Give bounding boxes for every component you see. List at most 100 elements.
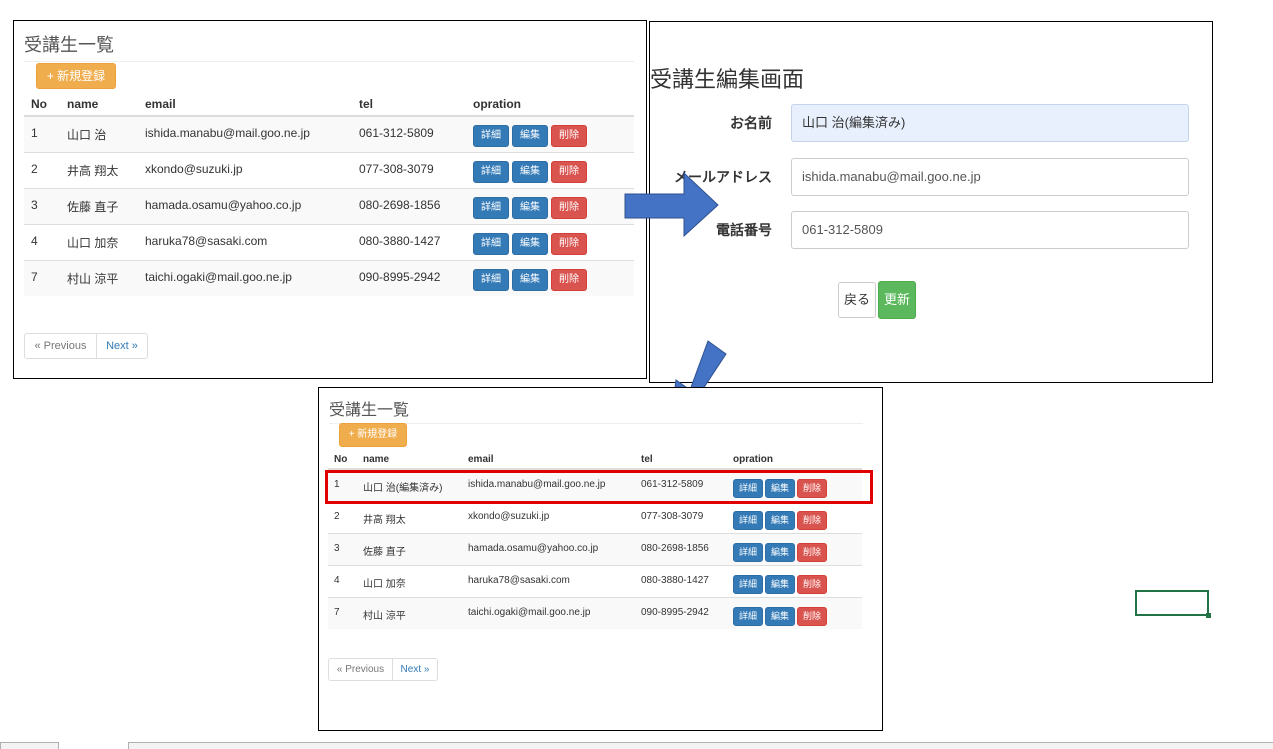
cell-email: hamada.osamu@yahoo.co.jp [138,187,352,224]
cell-tel: 077-308-3079 [352,151,466,188]
email-field[interactable]: ishida.manabu@mail.goo.ne.jp [791,158,1189,196]
cell-name: 井高 翔太 [60,151,138,188]
detail-button[interactable]: 詳細 [473,232,509,255]
page-title: 受講生一覧 [329,402,410,419]
edit-button[interactable]: 編集 [512,160,548,183]
student-edit-screen: 受講生編集画面 お名前 山口 治(編集済み) メールアドレス ishida.ma… [649,21,1213,383]
new-register-button[interactable]: + 新規登録 [339,423,407,447]
column-header-no: No [328,450,357,470]
column-header-tel: tel [352,93,466,117]
update-button[interactable]: 更新 [878,281,916,319]
delete-button[interactable]: 削除 [551,232,587,255]
student-list-before: 受講生一覧 + 新規登録 No name email tel opration … [13,20,647,379]
cell-tel: 080-2698-1856 [352,187,466,224]
column-header-tel: tel [635,450,727,470]
edit-button[interactable]: 編集 [765,574,795,594]
delete-button[interactable]: 削除 [551,125,587,147]
form-row-tel: 電話番号 061-312-5809 [650,211,1212,249]
delete-button[interactable]: 削除 [797,574,827,594]
cell-email: taichi.ogaki@mail.goo.ne.jp [462,596,635,629]
edit-button[interactable]: 編集 [765,510,795,530]
table-row: 7 村山 涼平 taichi.ogaki@mail.goo.ne.jp 090-899… [328,596,862,629]
table-body: 1 山口 治 ishida.manabu@mail.goo.ne.jp 061-312… [24,115,634,296]
table-row: 7 村山 涼平 taichi.ogaki@mail.goo.ne.jp 090-899… [24,259,634,296]
detail-button[interactable]: 詳細 [733,510,763,530]
cell-no: 7 [328,596,357,629]
column-header-name: name [357,450,462,470]
cell-name: 井高 翔太 [357,500,462,533]
name-field[interactable]: 山口 治(編集済み) [791,104,1189,142]
delete-button[interactable]: 削除 [797,542,827,562]
table-row: 2 井高 翔太 xkondo@suzuki.jp 077-308-3079 詳細 編集 削除 [24,151,634,188]
detail-button[interactable]: 詳細 [473,160,509,183]
column-header-operation: opration [727,450,862,470]
cell-name: 村山 涼平 [357,596,462,629]
cell-email: haruka78@sasaki.com [462,564,635,597]
cell-no: 4 [328,564,357,597]
table-row: 4 山口 加奈 haruka78@sasaki.com 080-3880-1427 詳細… [328,564,862,597]
table-row: 1 山口 治 ishida.manabu@mail.goo.ne.jp 061-312… [24,115,634,152]
delete-button[interactable]: 削除 [551,196,587,219]
edit-button[interactable]: 編集 [765,542,795,562]
detail-button[interactable]: 詳細 [473,196,509,219]
cell-email: xkondo@suzuki.jp [462,500,635,533]
next-page-button[interactable]: Next » [393,659,437,680]
delete-button[interactable]: 削除 [551,268,587,291]
edit-page-title: 受講生編集画面 [650,67,805,92]
cell-tel: 080-2698-1856 [635,532,727,565]
edit-button[interactable]: 編集 [512,232,548,255]
edit-button[interactable]: 編集 [512,125,548,147]
cell-name: 山口 加奈 [60,223,138,260]
page-title: 受講生一覧 [24,35,114,55]
table-row: 3 佐藤 直子 hamada.osamu@yahoo.co.jp 080-2698-1… [328,532,862,565]
next-page-button[interactable]: Next » [97,334,147,358]
cell-tel: 080-3880-1427 [352,223,466,260]
back-button[interactable]: 戻る [838,282,876,318]
form-row-email: メールアドレス ishida.manabu@mail.goo.ne.jp [650,158,1212,196]
table-row: 2 井高 翔太 xkondo@suzuki.jp 077-308-3079 詳細 編集 削除 [328,500,862,533]
previous-page-button[interactable]: « Previous [25,334,97,358]
edit-button[interactable]: 編集 [512,196,548,219]
cell-no: 3 [24,187,60,224]
cell-tel: 090-8995-2942 [635,596,727,629]
name-label: お名前 [730,115,772,131]
edited-row-highlight [325,470,873,504]
edit-button[interactable]: 編集 [765,606,795,626]
column-header-name: name [60,93,138,117]
detail-button[interactable]: 詳細 [733,606,763,626]
column-header-email: email [462,450,635,470]
cell-name: 佐藤 直子 [357,532,462,565]
edit-button[interactable]: 編集 [512,268,548,291]
cell-operations: 詳細 編集 削除 [466,259,634,296]
table-row: 4 山口 加奈 haruka78@sasaki.com 080-3880-1427 詳細… [24,223,634,260]
title-divider [24,61,634,62]
cell-tel: 061-312-5809 [352,115,466,152]
cell-tel: 090-8995-2942 [352,259,466,296]
cell-name: 山口 治 [60,115,138,152]
cell-email: haruka78@sasaki.com [138,223,352,260]
new-register-button[interactable]: + 新規登録 [36,63,116,89]
delete-button[interactable]: 削除 [551,160,587,183]
delete-button[interactable]: 削除 [797,606,827,626]
cell-tel: 080-3880-1427 [635,564,727,597]
previous-page-button[interactable]: « Previous [329,659,393,680]
spreadsheet-selected-cell[interactable] [1135,590,1211,618]
tel-field[interactable]: 061-312-5809 [791,211,1189,249]
column-header-no: No [24,93,60,117]
table-header-row: No name email tel opration [328,450,862,470]
detail-button[interactable]: 詳細 [733,574,763,594]
cell-email: ishida.manabu@mail.goo.ne.jp [138,115,352,152]
cell-email: taichi.ogaki@mail.goo.ne.jp [138,259,352,296]
detail-button[interactable]: 詳細 [733,542,763,562]
delete-button[interactable]: 削除 [797,510,827,530]
cell-name: 村山 涼平 [60,259,138,296]
detail-button[interactable]: 詳細 [473,268,509,291]
detail-button[interactable]: 詳細 [473,125,509,147]
cell-operations: 詳細 編集 削除 [727,596,862,629]
cell-no: 3 [328,532,357,565]
cell-no: 1 [24,115,60,152]
form-row-name: お名前 山口 治(編集済み) [650,104,1212,142]
cell-tel: 077-308-3079 [635,500,727,533]
cell-operations: 詳細 編集 削除 [727,500,862,533]
cell-email: hamada.osamu@yahoo.co.jp [462,532,635,565]
